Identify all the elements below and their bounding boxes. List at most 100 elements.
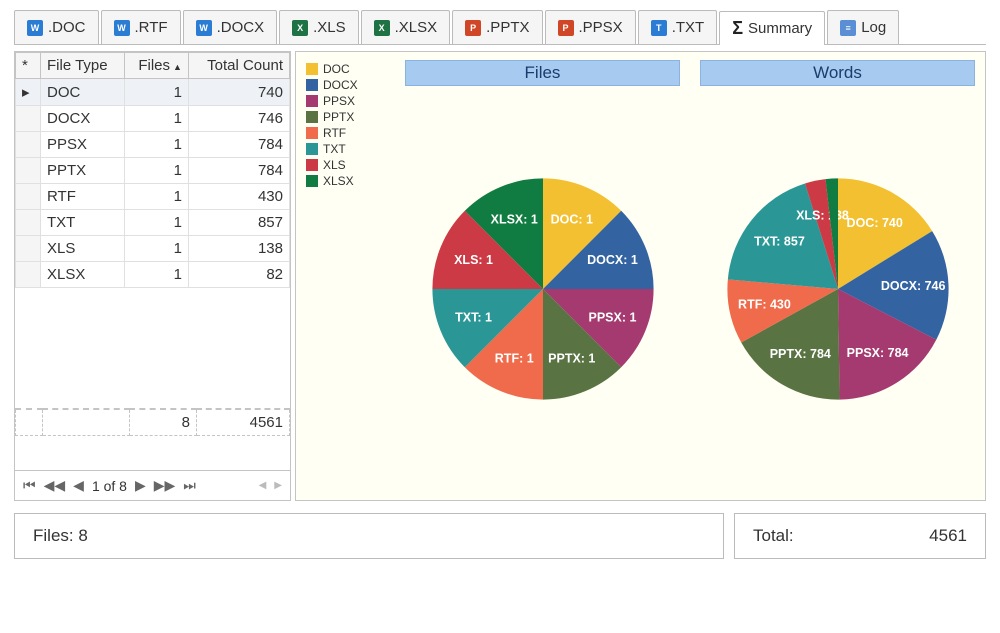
txt-icon: T [651, 20, 667, 36]
table-row[interactable]: ▸DOC1740 [16, 79, 290, 106]
summary-grid[interactable]: *File TypeFiles▲Total Count ▸DOC1740DOCX… [15, 52, 290, 470]
tab-xlsx[interactable]: X.XLSX [361, 10, 451, 44]
pie-label-rtf: RTF: 1 [494, 351, 533, 365]
tab-strip: W.DOCW.RTFW.DOCXX.XLSX.XLSXP.PPTXP.PPSXT… [14, 10, 986, 45]
summary-total-value: 4561 [929, 526, 967, 546]
legend-label: TXT [323, 142, 346, 156]
legend-swatch [306, 95, 318, 107]
cell-filetype: RTF [41, 184, 125, 210]
legend-item-ppsx: PPSX [306, 94, 391, 108]
tab-ppsx[interactable]: P .PPSX [545, 10, 636, 44]
pager-nextpage-icon[interactable]: ▶▶ [154, 477, 176, 494]
cell-count: 784 [188, 132, 289, 158]
pager-scroll-right-icon[interactable]: ▶ [274, 480, 282, 491]
ppt-icon: P [558, 20, 574, 36]
grid-row-indicator-header[interactable]: * [16, 53, 41, 79]
grid-col-files[interactable]: Files▲ [124, 53, 188, 79]
files-pie-chart: DOC: 1DOCX: 1PPSX: 1PPTX: 1RTF: 1TXT: 1X… [418, 164, 668, 414]
pager-next-icon[interactable]: ▶ [135, 477, 146, 494]
cell-count: 430 [188, 184, 289, 210]
grid-pager: ⏮ ◀◀ ◀ 1 of 8 ▶ ▶▶ ⏭ ◀ ▶ [15, 470, 290, 500]
table-row[interactable]: XLS1138 [16, 236, 290, 262]
pager-first-icon[interactable]: ⏮ [23, 477, 36, 494]
sum-files-cell: 8 [130, 409, 197, 436]
tab-label: .TXT [672, 19, 705, 36]
tab-label: .PPTX [486, 19, 529, 36]
pager-position: 1 of 8 [92, 478, 127, 494]
table-row[interactable]: XLSX182 [16, 262, 290, 288]
cell-files: 1 [124, 106, 188, 132]
cell-filetype: XLSX [41, 262, 125, 288]
pie-label-rtf: RTF: 430 [738, 297, 791, 311]
table-row[interactable]: PPSX1784 [16, 132, 290, 158]
table-row[interactable]: DOCX1746 [16, 106, 290, 132]
pie-label-doc: DOC: 1 [550, 212, 592, 226]
legend-label: RTF [323, 126, 346, 140]
pie-label-xls: XLS: 138 [796, 208, 849, 222]
log-icon: ≡ [840, 20, 856, 36]
cell-files: 1 [124, 79, 188, 106]
summary-grid-panel: *File TypeFiles▲Total Count ▸DOC1740DOCX… [14, 51, 291, 501]
cell-files: 1 [124, 210, 188, 236]
pie-label-pptx: PPTX: 1 [548, 351, 595, 365]
cell-files: 1 [124, 158, 188, 184]
pager-prev-icon[interactable]: ◀ [73, 477, 84, 494]
summary-total-box: Total: 4561 [734, 513, 986, 559]
pie-label-ppsx: PPSX: 1 [588, 311, 636, 325]
tab-summary[interactable]: Σ Summary [719, 11, 825, 45]
cell-count: 784 [188, 158, 289, 184]
tab-txt[interactable]: T .TXT [638, 10, 718, 44]
pie-label-docx: DOCX: 746 [880, 279, 945, 293]
pager-scroll-left-icon[interactable]: ◀ [259, 480, 267, 491]
legend-item-rtf: RTF [306, 126, 391, 140]
cell-files: 1 [124, 262, 188, 288]
tab-rtf[interactable]: W.RTF [101, 10, 181, 44]
cell-count: 138 [188, 236, 289, 262]
legend-swatch [306, 127, 318, 139]
legend-label: PPSX [323, 94, 355, 108]
row-indicator: ▸ [16, 79, 41, 106]
sigma-icon: Σ [732, 18, 743, 39]
charts-panel: DOC DOCX PPSX PPTX RTF TXT XLS XLSX Files DOC: … [295, 51, 986, 501]
tab-docx[interactable]: W.DOCX [183, 10, 278, 44]
cell-count: 857 [188, 210, 289, 236]
tab-label: Log [861, 19, 886, 36]
tab-xls[interactable]: X .XLS [279, 10, 359, 44]
cell-filetype: DOC [41, 79, 125, 106]
grid-col-total-count[interactable]: Total Count [188, 53, 289, 79]
tab-label: Summary [748, 20, 812, 37]
cell-count: 746 [188, 106, 289, 132]
pie-label-txt: TXT: 857 [754, 235, 805, 249]
excel-icon: X [292, 20, 308, 36]
pager-prevpage-icon[interactable]: ◀◀ [44, 477, 66, 494]
legend-swatch [306, 79, 318, 91]
legend-item-doc: DOC [306, 62, 391, 76]
sum-count-cell: 4561 [197, 409, 290, 436]
pie-label-ppsx: PPSX: 784 [846, 346, 908, 360]
legend-item-pptx: PPTX [306, 110, 391, 124]
tab-doc[interactable]: W.DOC [14, 10, 99, 44]
tab-log[interactable]: ≡ Log [827, 10, 899, 44]
chart-title-files: Files [405, 60, 680, 86]
legend-swatch [306, 175, 318, 187]
excel-icon: X [374, 20, 390, 36]
word-icon: W [196, 20, 212, 36]
summary-files-box: Files: 8 [14, 513, 724, 559]
summary-total-label: Total: [753, 526, 794, 546]
pie-label-xlsx: XLSX: 1 [490, 212, 537, 226]
pager-last-icon[interactable]: ⏭ [183, 477, 196, 494]
legend-item-xlsx: XLSX [306, 174, 391, 188]
tab-label: .PPSX [579, 19, 623, 36]
legend-label: DOCX [323, 78, 358, 92]
row-indicator [16, 262, 41, 288]
table-row[interactable]: RTF1430 [16, 184, 290, 210]
legend-item-xls: XLS [306, 158, 391, 172]
tab-pptx[interactable]: P.PPTX [452, 10, 542, 44]
tab-label: .XLS [313, 19, 346, 36]
grid-col-file-type[interactable]: File Type [41, 53, 125, 79]
table-row[interactable]: TXT1857 [16, 210, 290, 236]
table-row[interactable]: PPTX1784 [16, 158, 290, 184]
tab-label: .DOC [48, 19, 86, 36]
cell-filetype: DOCX [41, 106, 125, 132]
legend-swatch [306, 143, 318, 155]
